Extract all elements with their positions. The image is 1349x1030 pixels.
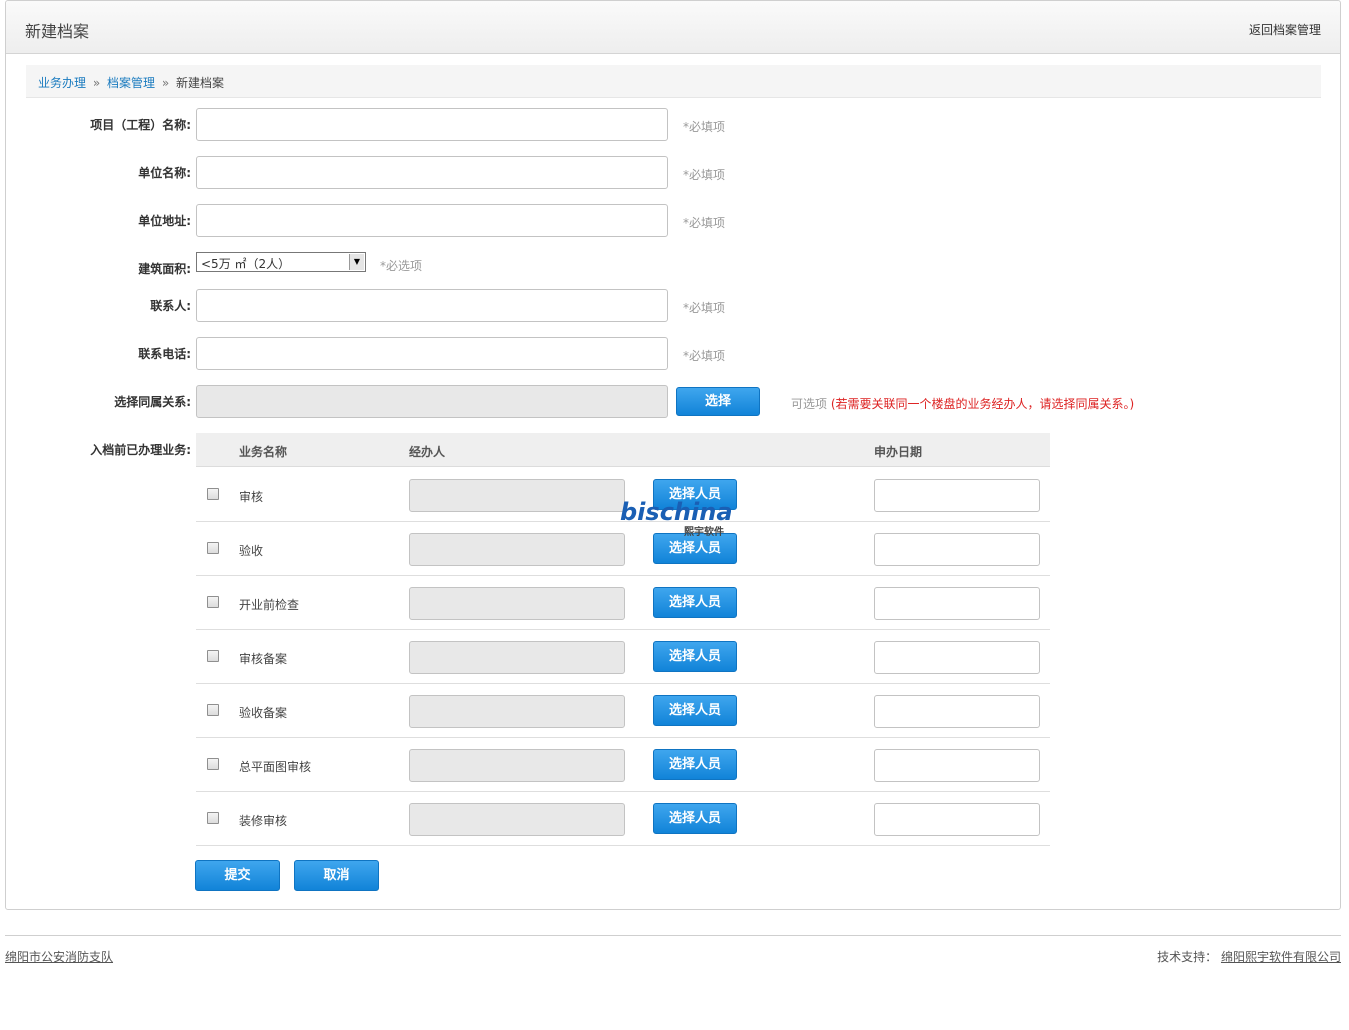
handler-field [409,695,625,728]
unit-address-input[interactable] [196,204,668,237]
table-row: 开业前检查 选择人员 [196,576,1050,630]
select-person-button[interactable]: 选择人员 [653,641,737,672]
column-apply-date: 申办日期 [874,445,923,459]
business-name: 开业前检查 [239,598,300,612]
business-name: 总平面图审核 [239,760,312,774]
relation-label: 选择同属关系: [114,395,191,409]
handler-field [409,749,625,782]
support-company-link[interactable]: 绵阳熙宇软件有限公司 [1221,950,1341,964]
select-person-button[interactable]: 选择人员 [653,533,737,564]
column-handler: 经办人 [409,445,446,459]
submit-button[interactable]: 提交 [195,860,280,891]
select-person-button[interactable]: 选择人员 [653,695,737,726]
breadcrumb-item-archive[interactable]: 档案管理 [107,76,155,90]
footer-org-link[interactable]: 绵阳市公安消防支队 [5,948,113,965]
row-checkbox[interactable] [207,488,219,500]
building-area-label: 建筑面积: [138,262,191,276]
footer-divider [5,935,1341,936]
phone-label: 联系电话: [138,347,191,361]
select-person-button[interactable]: 选择人员 [653,479,737,510]
table-row: 审核备案 选择人员 [196,630,1050,684]
select-relation-button[interactable]: 选择 [676,387,760,416]
apply-date-input[interactable] [874,587,1040,620]
table-row: 验收备案 选择人员 [196,684,1050,738]
apply-date-input[interactable] [874,749,1040,782]
handler-field [409,587,625,620]
unit-name-label: 单位名称: [138,166,191,180]
breadcrumb-separator: » [161,76,170,90]
row-checkbox[interactable] [207,704,219,716]
business-name: 装修审核 [239,814,288,828]
cancel-button[interactable]: 取消 [294,860,379,891]
column-business-name: 业务名称 [239,445,288,459]
row-checkbox[interactable] [207,650,219,662]
business-name: 验收备案 [239,706,288,720]
apply-date-input[interactable] [874,641,1040,674]
panel-header: 新建档案 返回档案管理 [6,1,1340,54]
relation-hint: 可选项 (若需要关联同一个楼盘的业务经办人，请选择同属关系。) [791,395,1134,412]
apply-date-input[interactable] [874,695,1040,728]
apply-date-input[interactable] [874,533,1040,566]
relation-hint-warning: (若需要关联同一个楼盘的业务经办人，请选择同属关系。) [830,397,1135,411]
breadcrumb-separator: » [92,76,101,90]
project-name-input[interactable] [196,108,668,141]
handler-field [409,803,625,836]
table-row: 验收 选择人员 [196,522,1050,576]
relation-input [196,385,668,418]
prior-business-label: 入档前已办理业务: [90,443,191,457]
row-checkbox[interactable] [207,812,219,824]
phone-hint: *必填项 [683,349,726,363]
contact-label: 联系人: [150,299,191,313]
building-area-select[interactable]: <5万 ㎡（2人） ▼ [196,252,366,272]
breadcrumb-item-business[interactable]: 业务办理 [38,76,86,90]
breadcrumb: 业务办理 » 档案管理 » 新建档案 [26,65,1321,98]
apply-date-input[interactable] [874,479,1040,512]
phone-input[interactable] [196,337,668,370]
building-area-selected: <5万 ㎡（2人） [201,257,291,271]
unit-name-input[interactable] [196,156,668,189]
project-name-label: 项目（工程）名称: [90,118,191,132]
table-header: 业务名称 经办人 申办日期 [196,433,1050,467]
row-checkbox[interactable] [207,542,219,554]
chevron-down-icon[interactable]: ▼ [349,254,364,270]
contact-input[interactable] [196,289,668,322]
footer-support: 技术支持： 绵阳熙宇软件有限公司 [1157,948,1341,965]
select-person-button[interactable]: 选择人员 [653,749,737,780]
business-name: 审核备案 [239,652,288,666]
unit-address-hint: *必填项 [683,216,726,230]
table-row: 总平面图审核 选择人员 [196,738,1050,792]
unit-name-hint: *必填项 [683,168,726,182]
table-row: 审核 选择人员 [196,468,1050,522]
row-checkbox[interactable] [207,596,219,608]
select-person-button[interactable]: 选择人员 [653,803,737,834]
select-person-button[interactable]: 选择人员 [653,587,737,618]
unit-address-label: 单位地址: [138,214,191,228]
main-panel: 新建档案 返回档案管理 业务办理 » 档案管理 » 新建档案 项目（工程）名称:… [5,0,1341,910]
breadcrumb-current: 新建档案 [176,76,225,90]
contact-hint: *必填项 [683,301,726,315]
relation-hint-optional: 可选项 [791,397,828,411]
table-row: 装修审核 选择人员 [196,792,1050,846]
page-title: 新建档案 [25,22,90,41]
back-to-archive-link[interactable]: 返回档案管理 [1249,21,1321,38]
project-name-hint: *必填项 [683,120,726,134]
handler-field [409,641,625,674]
handler-field [409,533,625,566]
business-name: 验收 [239,544,264,558]
handler-field [409,479,625,512]
row-checkbox[interactable] [207,758,219,770]
support-label: 技术支持： [1157,950,1218,964]
building-area-hint: *必选项 [380,259,423,273]
business-name: 审核 [239,490,264,504]
apply-date-input[interactable] [874,803,1040,836]
